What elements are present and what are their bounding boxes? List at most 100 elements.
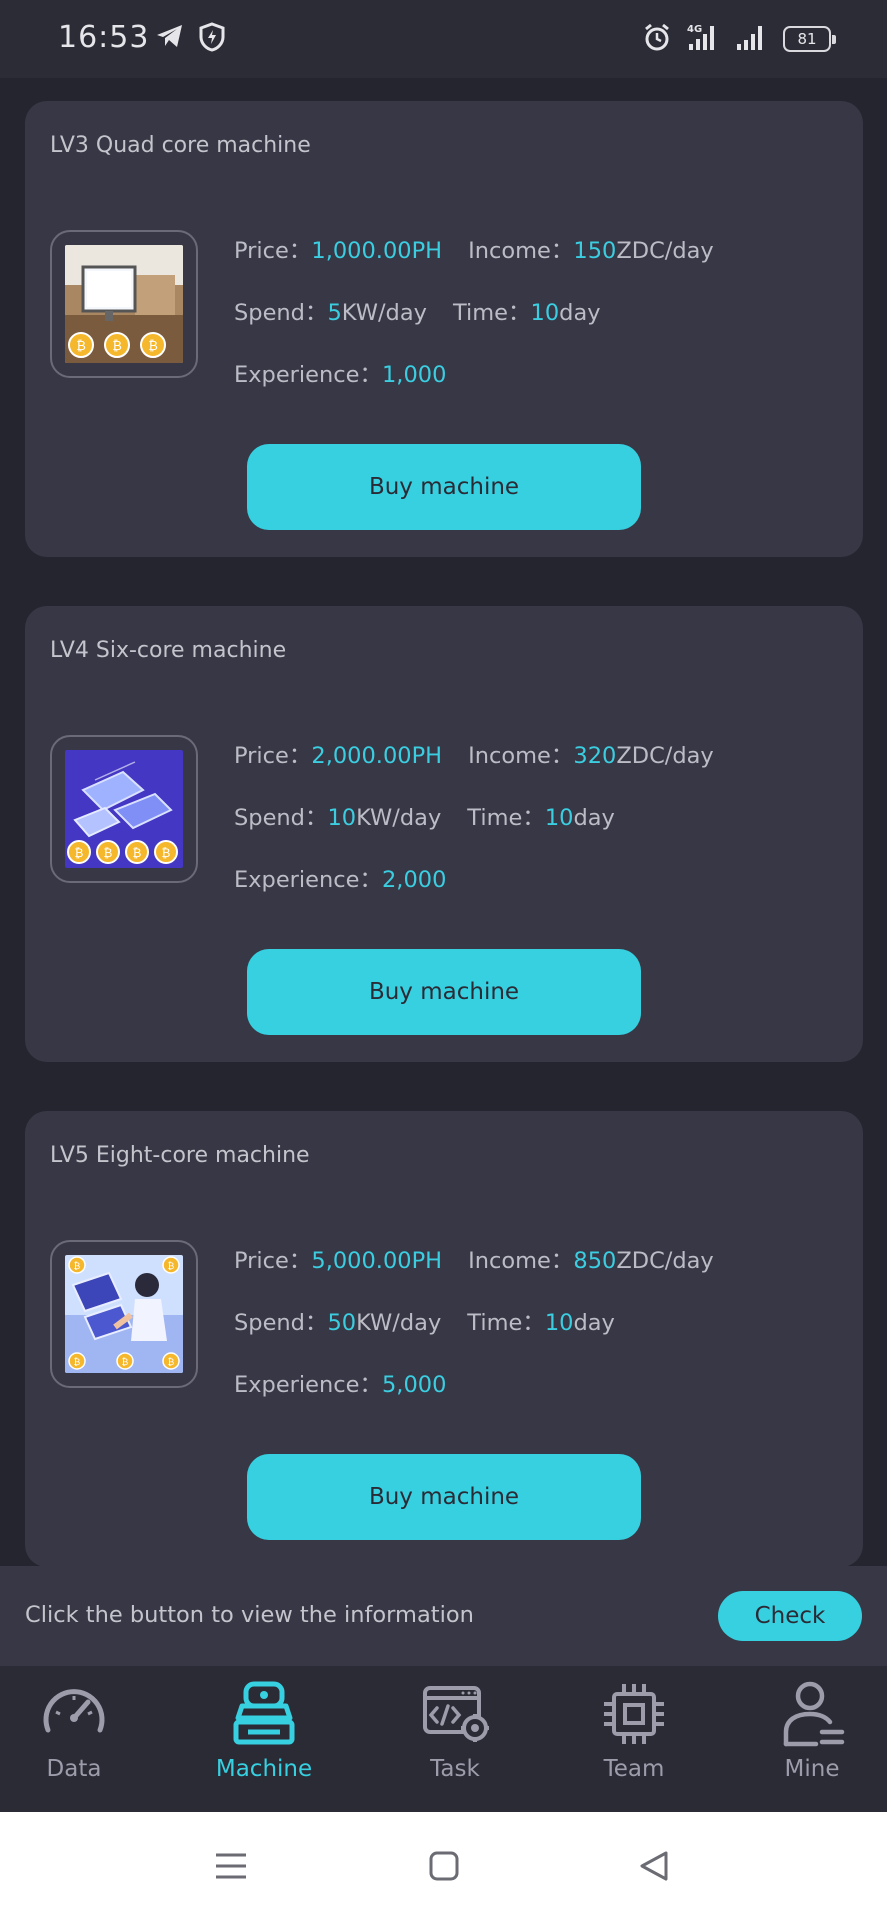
experience-label: Experience： — [234, 362, 382, 388]
telegram-icon — [155, 22, 185, 54]
income-value: 320 — [573, 743, 617, 769]
svg-text:₿: ₿ — [75, 846, 84, 860]
alarm-icon — [643, 22, 671, 56]
income-label: Income： — [468, 238, 574, 264]
spend-label: Spend： — [234, 300, 328, 326]
svg-text:₿: ₿ — [162, 846, 171, 860]
machine-title: LV3 Quad core machine — [50, 133, 311, 158]
machine-title: LV5 Eight-core machine — [50, 1143, 310, 1168]
spend-value: 10 — [327, 805, 357, 831]
price-income-row: Price： 2,000.00PH Income： 320 ZDC/day — [234, 738, 714, 800]
spend-unit: KW/day — [341, 300, 427, 326]
price-income-row: Price： 1,000.00PH Income： 150 ZDC/day — [234, 233, 714, 295]
time-unit: day — [573, 1310, 615, 1336]
tab-label: Machine — [215, 1756, 313, 1782]
price-income-row: Price： 5,000.00PH Income： 850 ZDC/day — [234, 1243, 714, 1305]
battery-icon: 81 — [783, 26, 836, 52]
spend-unit: KW/day — [356, 805, 442, 831]
svg-text:4G: 4G — [687, 24, 702, 35]
experience-row: Experience： 1,000 — [234, 357, 714, 419]
machine-stats: Price： 2,000.00PH Income： 320 ZDC/day Spend… — [234, 738, 714, 924]
time-value: 10 — [544, 805, 574, 831]
experience-row: Experience： 5,000 — [234, 1367, 714, 1429]
income-label: Income： — [468, 743, 574, 769]
spend-unit: KW/day — [356, 1310, 442, 1336]
price-value: 1,000.00PH — [311, 238, 443, 264]
task-code-icon — [423, 1686, 489, 1742]
machine-card: LV3 Quad core machine ₿ ₿ ₿ Price： 1,000… — [25, 101, 863, 557]
signal-icon — [735, 22, 769, 56]
time-label: Time： — [452, 300, 531, 326]
spend-value: 50 — [327, 1310, 357, 1336]
tab-task[interactable]: Task — [390, 1678, 520, 1802]
tab-mine[interactable]: Mine — [747, 1678, 877, 1802]
machine-image: ₿ ₿ ₿ ₿ ₿ — [50, 1240, 198, 1388]
svg-text:₿: ₿ — [168, 1357, 175, 1368]
machine-image: ₿ ₿ ₿ — [50, 230, 198, 378]
info-text: Click the button to view the information — [25, 1602, 474, 1628]
time-unit: day — [573, 805, 615, 831]
menu-icon[interactable] — [207, 1842, 255, 1890]
chip-icon — [604, 1684, 664, 1744]
price-label: Price： — [234, 743, 312, 769]
svg-text:₿: ₿ — [148, 339, 158, 354]
tab-machine[interactable]: Machine — [199, 1678, 329, 1802]
machine-image: ₿ ₿ ₿ ₿ — [50, 735, 198, 883]
machine-list: LV3 Quad core machine ₿ ₿ ₿ Price： 1,000… — [0, 78, 887, 1566]
time-unit: day — [559, 300, 601, 326]
experience-label: Experience： — [234, 1372, 382, 1398]
spend-value: 5 — [327, 300, 342, 326]
machine-card: LV5 Eight-core machine ₿ ₿ ₿ ₿ ₿ Price： … — [25, 1111, 863, 1566]
buy-machine-button[interactable]: Buy machine — [247, 1454, 641, 1540]
buy-machine-button[interactable]: Buy machine — [247, 444, 641, 530]
svg-text:₿: ₿ — [168, 1261, 175, 1272]
svg-text:₿: ₿ — [74, 1357, 81, 1368]
income-unit: ZDC/day — [616, 238, 714, 264]
spend-time-row: Spend： 50 KW/day Time： 10 day — [234, 1305, 714, 1367]
system-nav-bar — [0, 1812, 887, 1920]
user-icon — [783, 1681, 845, 1747]
machine-card: LV4 Six-core machine ₿ ₿ ₿ ₿ Price： 2,00… — [25, 606, 863, 1062]
spend-time-row: Spend： 5 KW/day Time： 10 day — [234, 295, 714, 357]
svg-text:₿: ₿ — [74, 1261, 81, 1272]
income-unit: ZDC/day — [616, 1248, 714, 1274]
experience-value: 5,000 — [381, 1372, 447, 1398]
price-value: 5,000.00PH — [311, 1248, 443, 1274]
income-unit: ZDC/day — [616, 743, 714, 769]
spend-label: Spend： — [234, 805, 328, 831]
info-bar: Click the button to view the information… — [0, 1566, 887, 1666]
time-value: 10 — [530, 300, 560, 326]
spend-label: Spend： — [234, 1310, 328, 1336]
time-value: 10 — [544, 1310, 574, 1336]
machine-stats: Price： 1,000.00PH Income： 150 ZDC/day Spend… — [234, 233, 714, 419]
experience-value: 1,000 — [381, 362, 447, 388]
signal-4g-icon: 4G — [685, 22, 721, 56]
svg-text:₿: ₿ — [133, 846, 142, 860]
home-icon[interactable] — [420, 1842, 468, 1890]
machine-icon — [233, 1681, 295, 1745]
tab-label: Task — [430, 1756, 480, 1782]
price-value: 2,000.00PH — [311, 743, 443, 769]
time-label: Time： — [467, 805, 545, 831]
experience-label: Experience： — [234, 867, 382, 893]
tab-label: Mine — [784, 1756, 840, 1782]
status-time: 16:53 — [58, 20, 150, 55]
price-label: Price： — [234, 1248, 312, 1274]
income-value: 850 — [573, 1248, 617, 1274]
time-label: Time： — [467, 1310, 545, 1336]
spend-time-row: Spend： 10 KW/day Time： 10 day — [234, 800, 714, 862]
svg-text:₿: ₿ — [104, 846, 113, 860]
back-icon[interactable] — [630, 1842, 678, 1890]
machine-stats: Price： 5,000.00PH Income： 850 ZDC/day Spend… — [234, 1243, 714, 1429]
tab-data[interactable]: Data — [9, 1678, 139, 1802]
svg-text:₿: ₿ — [76, 339, 86, 354]
svg-text:₿: ₿ — [112, 339, 122, 354]
check-button[interactable]: Check — [718, 1591, 862, 1641]
tab-team[interactable]: Team — [569, 1678, 699, 1802]
price-label: Price： — [234, 238, 312, 264]
buy-machine-button[interactable]: Buy machine — [247, 949, 641, 1035]
svg-text:₿: ₿ — [122, 1357, 129, 1368]
office-monitor-bitcoin-image: ₿ ₿ ₿ — [65, 245, 183, 363]
income-label: Income： — [468, 1248, 574, 1274]
tab-label: Data — [46, 1756, 102, 1782]
